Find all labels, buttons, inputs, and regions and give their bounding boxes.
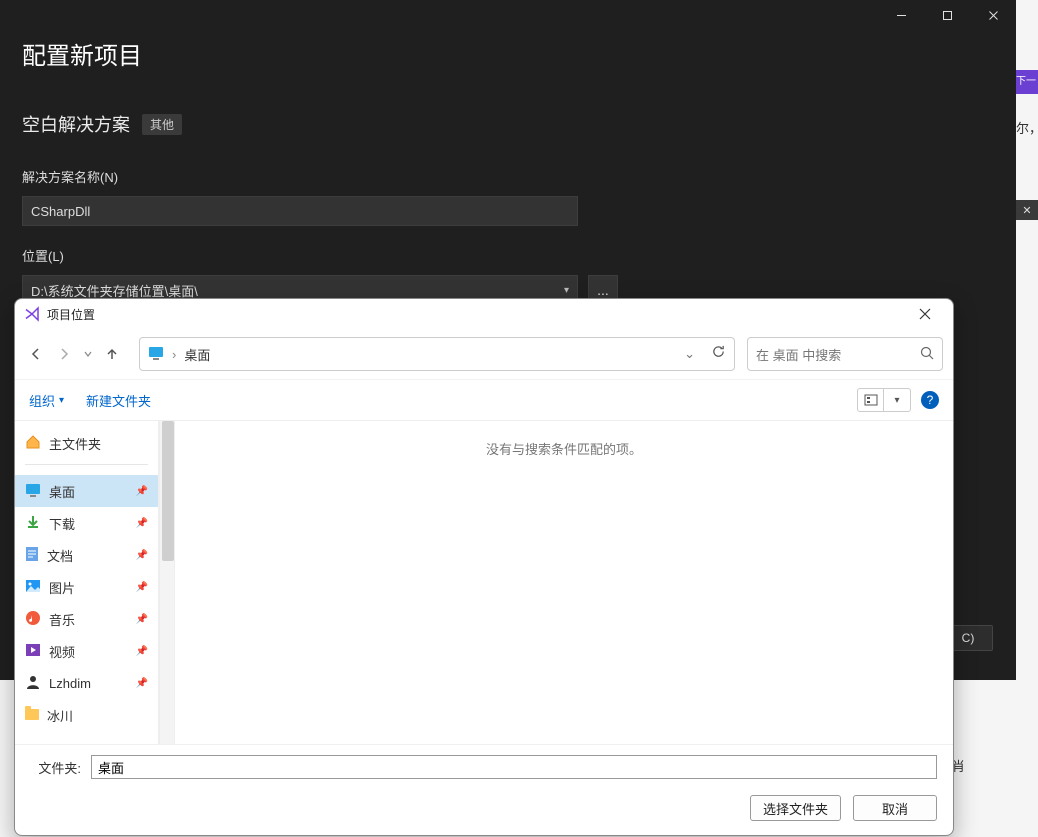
sidebar-item-label: 文档	[47, 546, 73, 565]
solution-name-label: 解决方案名称(N)	[22, 167, 994, 186]
select-folder-button[interactable]: 选择文件夹	[750, 795, 841, 821]
address-bar[interactable]: › 桌面 ⌄	[139, 337, 735, 371]
dialog-nav: › 桌面 ⌄ 在 桌面 中搜索	[15, 329, 953, 379]
folder-icon	[25, 708, 39, 723]
pin-icon: 📌	[136, 678, 148, 689]
image-icon	[25, 579, 41, 596]
download-icon	[25, 514, 41, 533]
sidebar-divider	[25, 464, 148, 465]
cancel-button[interactable]: 取消	[853, 795, 937, 821]
sidebar-item-label: 冰川	[47, 706, 73, 725]
music-icon	[25, 610, 41, 629]
user-icon	[25, 674, 41, 693]
sidebar-item-label: Lzhdim	[49, 676, 91, 691]
dialog-close-button[interactable]	[905, 299, 945, 329]
sidebar-item-label: 音乐	[49, 610, 75, 629]
chevron-down-icon: ▾	[564, 285, 569, 296]
vs-icon	[23, 305, 41, 323]
sidebar-item-bingchuan[interactable]: 冰川	[15, 699, 158, 731]
scrollbar-thumb[interactable]	[162, 421, 174, 561]
refresh-button[interactable]	[711, 344, 726, 364]
desktop-icon	[148, 346, 164, 363]
behind-cancel-hint: 肖	[952, 756, 974, 778]
search-placeholder: 在 桌面 中搜索	[756, 345, 920, 364]
dialog-footer: 文件夹: 选择文件夹 取消	[15, 744, 953, 835]
nav-recent-dropdown[interactable]	[81, 343, 95, 365]
sidebar-item-home[interactable]: 主文件夹	[15, 427, 158, 459]
empty-message: 没有与搜索条件匹配的项。	[193, 439, 935, 458]
help-button[interactable]: ?	[921, 391, 939, 409]
view-mode-selector[interactable]: ▾	[857, 388, 911, 412]
dialog-titlebar: 项目位置	[15, 299, 953, 329]
close-button[interactable]	[970, 0, 1016, 30]
dialog-toolbar: 组织 ▾ 新建文件夹 ▾ ?	[15, 379, 953, 421]
next-step-button-peek[interactable]: 下一步	[1016, 70, 1038, 94]
sidebar-item-documents[interactable]: 文档 📌	[15, 539, 158, 571]
document-icon	[25, 546, 39, 565]
sidebar-item-label: 视频	[49, 642, 75, 661]
sidebar-item-label: 下载	[49, 514, 75, 533]
pin-icon: 📌	[136, 582, 148, 593]
sidebar-scrollbar[interactable]	[159, 421, 175, 744]
minimize-button[interactable]	[878, 0, 924, 30]
pin-icon: 📌	[136, 614, 148, 625]
home-icon	[25, 434, 41, 453]
dialog-sidebar: 主文件夹 桌面 📌 下载 📌 文档 📌 图片 📌	[15, 421, 159, 744]
template-subtitle: 空白解决方案	[22, 111, 130, 137]
side-close-button[interactable]: ✕	[1016, 200, 1038, 220]
nav-back-button[interactable]	[25, 343, 47, 365]
pin-icon: 📌	[136, 550, 148, 561]
breadcrumb-sep: ›	[172, 347, 176, 362]
nav-forward-button[interactable]	[53, 343, 75, 365]
background-text-peek: 尔，	[1016, 118, 1038, 137]
template-tag: 其他	[142, 114, 182, 135]
pin-icon: 📌	[136, 646, 148, 657]
search-input[interactable]: 在 桌面 中搜索	[747, 337, 943, 371]
breadcrumb-text: 桌面	[184, 345, 210, 364]
location-label: 位置(L)	[22, 246, 994, 265]
video-icon	[25, 643, 41, 660]
sidebar-item-videos[interactable]: 视频 📌	[15, 635, 158, 667]
sidebar-item-label: 主文件夹	[49, 434, 101, 453]
chevron-down-icon: ▾	[59, 395, 64, 406]
pin-icon: 📌	[136, 486, 148, 497]
search-icon	[920, 346, 934, 363]
solution-name-input[interactable]	[22, 196, 578, 226]
location-value: D:\系统文件夹存储位置\桌面\	[31, 281, 198, 300]
maximize-button[interactable]	[924, 0, 970, 30]
file-browser-dialog: 项目位置 › 桌面 ⌄ 在 桌面 中搜索	[14, 298, 954, 836]
vs-titlebar	[0, 0, 1016, 30]
sidebar-item-downloads[interactable]: 下载 📌	[15, 507, 158, 539]
sidebar-item-desktop[interactable]: 桌面 📌	[15, 475, 158, 507]
sidebar-item-music[interactable]: 音乐 📌	[15, 603, 158, 635]
organize-menu[interactable]: 组织 ▾	[29, 391, 64, 410]
address-dropdown-icon[interactable]: ⌄	[684, 346, 695, 362]
sidebar-item-label: 图片	[49, 578, 75, 597]
file-list-area: 没有与搜索条件匹配的项。	[175, 421, 953, 744]
new-folder-button[interactable]: 新建文件夹	[86, 391, 151, 410]
view-icon	[858, 389, 884, 411]
folder-name-label: 文件夹:	[31, 758, 81, 777]
pin-icon: 📌	[136, 518, 148, 529]
desktop-icon	[25, 483, 41, 500]
page-title: 配置新项目	[22, 36, 994, 71]
sidebar-item-label: 桌面	[49, 482, 75, 501]
view-chevron-icon: ▾	[884, 389, 910, 411]
sidebar-item-pictures[interactable]: 图片 📌	[15, 571, 158, 603]
folder-name-input[interactable]	[91, 755, 937, 779]
sidebar-item-lzhdim[interactable]: Lzhdim 📌	[15, 667, 158, 699]
nav-up-button[interactable]	[101, 343, 123, 365]
dialog-title: 项目位置	[47, 306, 905, 323]
